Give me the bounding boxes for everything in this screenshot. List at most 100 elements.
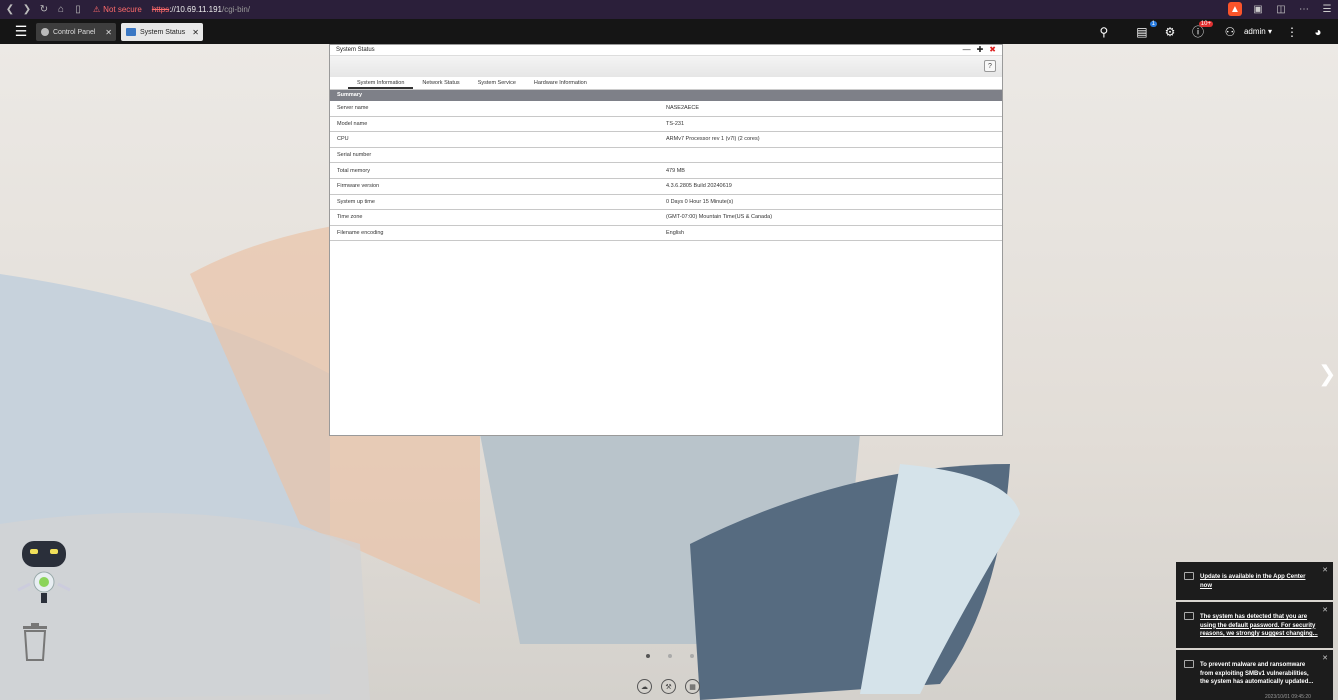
row-key: Server name xyxy=(337,105,369,112)
url-scheme: https xyxy=(151,5,170,14)
minimize-icon[interactable]: — xyxy=(963,45,971,55)
notification-text[interactable]: Update is available in the App Center no… xyxy=(1200,573,1318,590)
window-tabs: System Information Network Status System… xyxy=(330,77,1002,90)
warning-icon: ⚠ xyxy=(93,5,101,14)
row-value: 0 Days 0 Hour 15 Minute(s) xyxy=(666,198,734,205)
background-tasks-icon[interactable]: ▤ 1 xyxy=(1132,20,1157,42)
page-dot[interactable] xyxy=(646,654,650,658)
close-icon[interactable]: ✕ xyxy=(192,28,199,37)
row-key: Firmware version xyxy=(337,183,380,190)
row-value: NASE2AECE xyxy=(666,105,700,112)
notification-text[interactable]: To prevent malware and ransomware from e… xyxy=(1200,661,1318,687)
url-path: /cgi-bin/ xyxy=(222,5,251,14)
tab-system-service[interactable]: System Service xyxy=(469,77,525,89)
qts-taskbar: ☰ Control Panel ✕ System Status ✕ ⚲ ▤ 1 ⚙… xyxy=(0,19,1338,44)
trash-icon[interactable] xyxy=(20,622,50,662)
user-menu[interactable]: admin ▾ xyxy=(1244,27,1272,36)
myqnapcloud-icon[interactable]: ☁ xyxy=(637,679,652,694)
row-key: Total memory xyxy=(337,167,371,174)
tab-hardware-information[interactable]: Hardware Information xyxy=(525,77,596,89)
tab-network-status[interactable]: Network Status xyxy=(413,77,468,89)
row-key: CPU xyxy=(337,136,349,143)
vpn-icon[interactable]: ⋯ xyxy=(1297,2,1311,16)
section-header: Summary xyxy=(330,90,1002,101)
table-row: Total memory 479 MB xyxy=(330,163,1002,179)
row-value: 479 MB xyxy=(666,167,685,174)
table-row: Serial number xyxy=(330,148,1002,164)
row-value: (GMT-07:00) Mountain Time(US & Canada) xyxy=(666,214,773,221)
security-label: Not secure xyxy=(103,5,142,14)
notification-timestamp: 2023/10/01 09:45:20 xyxy=(1265,694,1311,700)
row-key: Filename encoding xyxy=(337,230,384,237)
more-icon[interactable]: ⋮ xyxy=(1282,22,1302,42)
window-title: System Status xyxy=(336,47,375,53)
page-dot[interactable] xyxy=(690,654,694,658)
next-page-icon[interactable]: ❯ xyxy=(1318,362,1336,387)
dashboard-icon[interactable]: ◕ xyxy=(1308,22,1328,42)
table-row: Model name TS-231 xyxy=(330,117,1002,133)
user-icon[interactable]: ⚇ xyxy=(1220,22,1240,42)
row-value: 4.3.6.2805 Build 20240619 xyxy=(666,183,732,190)
page-dot[interactable] xyxy=(668,654,672,658)
helpdesk-robot-icon[interactable] xyxy=(14,538,74,606)
monitor-icon xyxy=(126,28,136,36)
back-icon[interactable]: ❮ xyxy=(3,3,17,17)
security-indicator[interactable]: ⚠ Not secure xyxy=(93,5,142,14)
table-row: System up time 0 Days 0 Hour 15 Minute(s) xyxy=(330,195,1002,211)
message-icon xyxy=(1184,612,1194,620)
row-value: English xyxy=(666,230,685,237)
row-key: Serial number xyxy=(337,152,372,159)
close-icon[interactable]: ✕ xyxy=(1322,566,1328,574)
tab-system-information[interactable]: System Information xyxy=(348,77,414,89)
tab-label: Control Panel xyxy=(53,28,96,36)
maximize-icon[interactable]: ✚ xyxy=(977,45,984,55)
tab-system-status[interactable]: System Status ✕ xyxy=(121,23,203,41)
table-row: Server name NASE2AECE xyxy=(330,101,1002,117)
notifications-badge: 10+ xyxy=(1198,20,1213,27)
table-row: Firmware version 4.3.6.2805 Build 2024061… xyxy=(330,179,1002,195)
brave-shield-icon[interactable]: ▲ xyxy=(1228,2,1242,16)
close-icon[interactable]: ✕ xyxy=(1322,606,1328,614)
tab-label: System Status xyxy=(140,28,186,36)
user-name: admin xyxy=(1243,27,1266,36)
sidebar-icon[interactable]: ◫ xyxy=(1274,2,1288,16)
tab-control-panel[interactable]: Control Panel ✕ xyxy=(36,23,116,41)
url-host: ://10.69.11.191 xyxy=(169,5,222,14)
main-menu-icon[interactable]: ☰ xyxy=(9,20,33,44)
desktop-page-indicator xyxy=(646,654,694,658)
gear-icon xyxy=(41,28,49,36)
close-icon[interactable]: ✖ xyxy=(989,45,996,55)
notification-toast[interactable]: The system has detected that you are usi… xyxy=(1176,602,1333,648)
app-center-icon[interactable]: ▦ xyxy=(685,679,700,694)
notification-toast[interactable]: Update is available in the App Center no… xyxy=(1176,562,1333,600)
row-key: Time zone xyxy=(337,214,363,221)
row-value: TS-231 xyxy=(666,120,685,127)
help-button[interactable]: ? xyxy=(984,60,996,72)
table-row: Time zone (GMT-07:00) Mountain Time(US & … xyxy=(330,210,1002,226)
browser-toolbar: ❮ ❯ ↻ ⌂ ▯ ⚠ Not secure https://10.69.11.… xyxy=(0,0,1338,19)
table-row: CPU ARMv7 Processor rev 1 (v7l) (2 cores) xyxy=(330,132,1002,148)
bottom-dock: ☁ ⚒ ▦ xyxy=(637,679,700,694)
reload-icon[interactable]: ↻ xyxy=(37,3,51,17)
address-bar[interactable]: https://10.69.11.191/cgi-bin/ xyxy=(152,5,250,14)
search-icon[interactable]: ⚲ xyxy=(1094,22,1114,42)
row-key: System up time xyxy=(337,198,375,205)
home-icon[interactable]: ⌂ xyxy=(54,3,68,17)
bookmark-icon[interactable]: ▯ xyxy=(71,3,85,17)
summary-table: Server name NASE2AECE Model name TS-231 CP… xyxy=(330,101,1002,242)
notification-toast[interactable]: To prevent malware and ransomware from e… xyxy=(1176,650,1333,700)
message-icon xyxy=(1184,572,1194,580)
menu-icon[interactable]: ☰ xyxy=(1320,2,1334,16)
external-device-icon[interactable]: ⚙ xyxy=(1160,22,1180,42)
close-icon[interactable]: ✕ xyxy=(105,28,112,37)
close-icon[interactable]: ✕ xyxy=(1322,654,1328,662)
tasks-badge: 1 xyxy=(1149,20,1157,27)
utility-icon[interactable]: ⚒ xyxy=(661,679,676,694)
notification-text[interactable]: The system has detected that you are usi… xyxy=(1200,613,1318,639)
row-key: Model name xyxy=(337,120,368,127)
window-titlebar[interactable]: System Status — ✚ ✖ xyxy=(330,45,1002,55)
notifications-icon[interactable]: ⓘ 10+ xyxy=(1188,20,1213,42)
message-icon xyxy=(1184,660,1194,668)
extensions-icon[interactable]: ▣ xyxy=(1251,2,1265,16)
forward-icon[interactable]: ❯ xyxy=(20,3,34,17)
